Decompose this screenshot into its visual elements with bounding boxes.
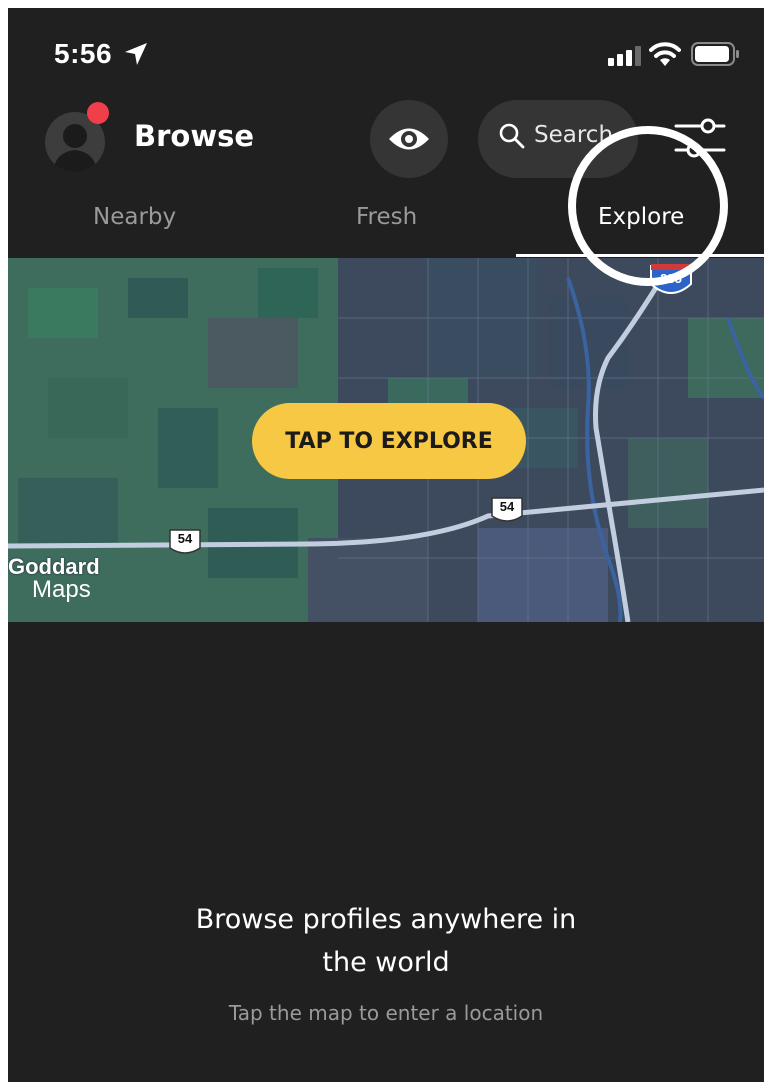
highlight-ring bbox=[568, 126, 728, 286]
battery-icon bbox=[691, 42, 739, 66]
location-arrow-icon bbox=[125, 43, 147, 65]
page-title: Browse bbox=[134, 119, 255, 153]
visibility-button[interactable] bbox=[370, 100, 448, 178]
route-label-54-west: 54 bbox=[177, 531, 193, 546]
wifi-icon bbox=[649, 42, 681, 66]
search-icon bbox=[499, 123, 525, 149]
tab-nearby[interactable]: Nearby bbox=[93, 204, 176, 230]
notification-dot bbox=[87, 102, 109, 124]
tab-fresh[interactable]: Fresh bbox=[356, 204, 417, 230]
eye-icon bbox=[389, 128, 429, 150]
signal-icon bbox=[608, 46, 641, 66]
tap-to-explore-button[interactable]: TAP TO EXPLORE bbox=[252, 403, 526, 479]
route-label-54-east: 54 bbox=[499, 499, 515, 514]
empty-state-title: Browse profiles anywhere in the world bbox=[195, 904, 577, 978]
status-time: 5:56 bbox=[54, 38, 113, 69]
app-screen: 5:56 Browse Search Nearby Fresh Explore … bbox=[8, 8, 764, 1082]
maps-attribution: Maps bbox=[32, 576, 91, 603]
empty-state-subtitle: Tap the map to enter a location bbox=[228, 1001, 544, 1025]
